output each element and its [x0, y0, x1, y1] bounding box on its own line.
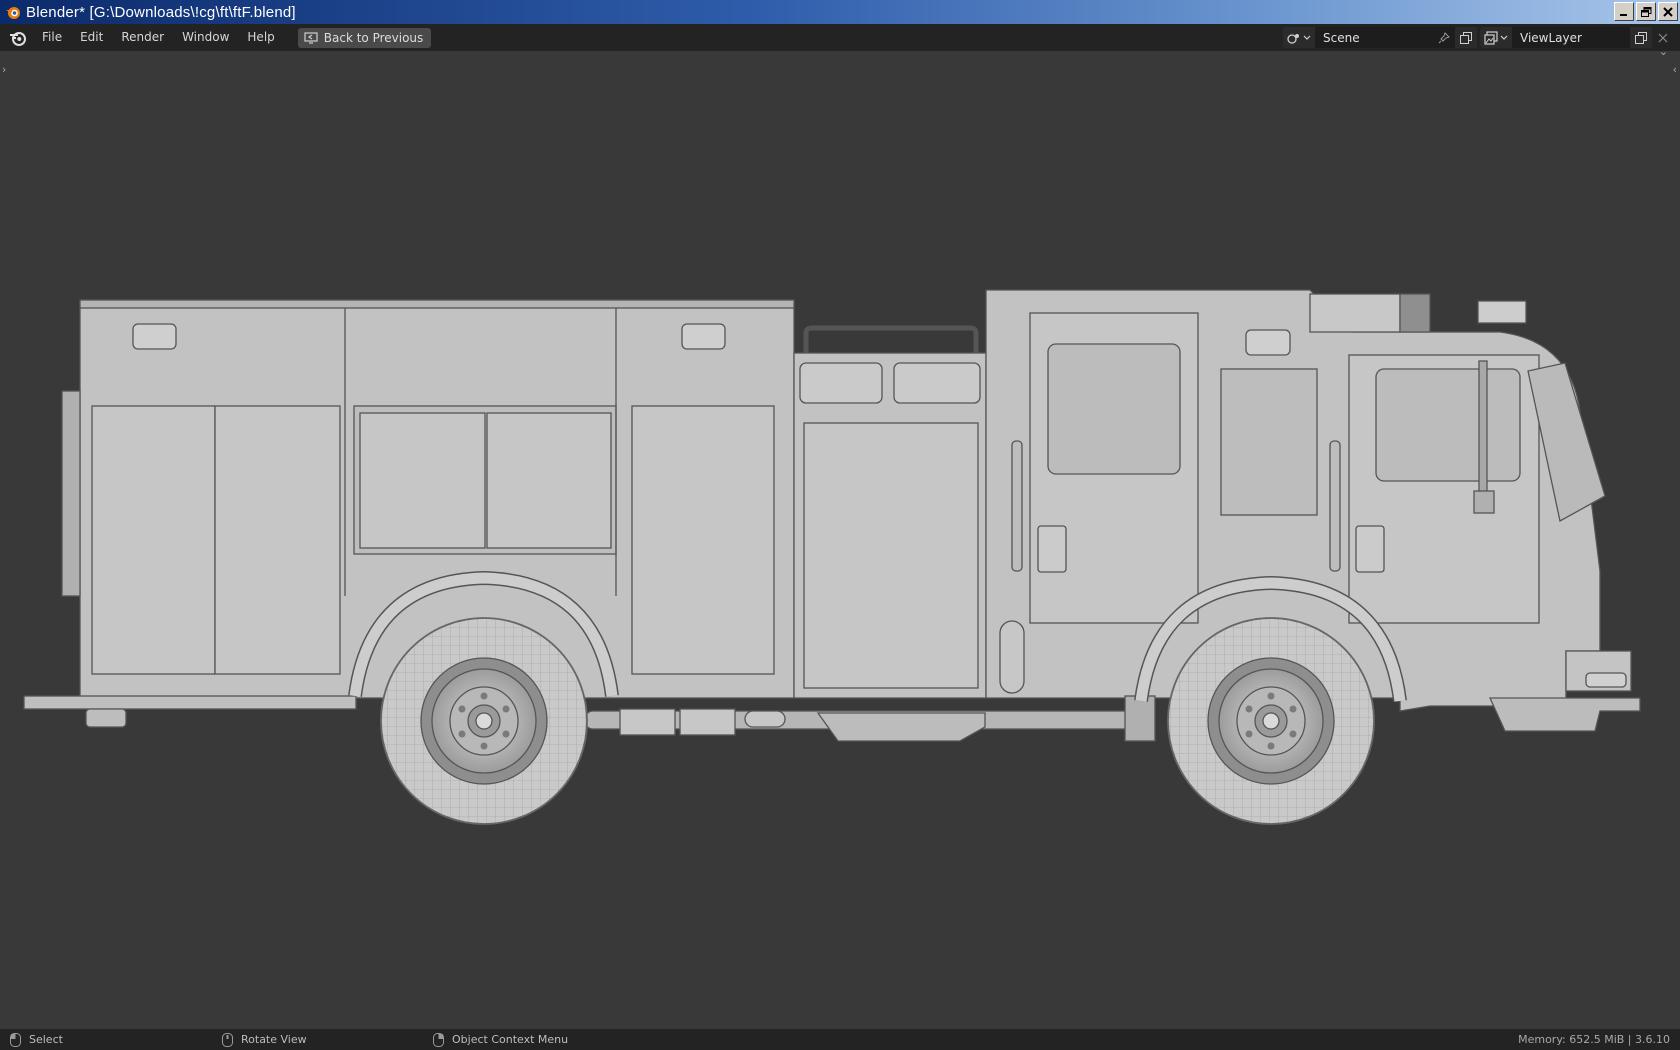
mouse-middle-icon [222, 1032, 233, 1047]
status-bar: Select Rotate View Object Context Menu M… [0, 1029, 1680, 1050]
pin-scene-button[interactable] [1433, 27, 1455, 48]
status-rotate-label: Rotate View [241, 1033, 307, 1046]
view-layer-selector: ViewLayer [1480, 27, 1674, 48]
duplicate-icon [1635, 31, 1647, 44]
cab-front-window [1375, 368, 1521, 482]
screen-back-icon [304, 31, 318, 44]
view-layer-name: ViewLayer [1520, 30, 1582, 45]
fire-truck-model[interactable] [0, 51, 1680, 1029]
cab-mid-window [1220, 368, 1318, 516]
status-context-hint: Object Context Menu [433, 1029, 568, 1050]
mid-door-b [486, 412, 612, 549]
pin-icon [1438, 31, 1450, 43]
scene-name: Scene [1323, 30, 1360, 45]
blender-logo-icon[interactable] [9, 29, 27, 47]
top-menubar: File Edit Render Window Help Back to Pre… [0, 24, 1680, 51]
minimize-icon [1620, 13, 1627, 16]
scene-icon [1287, 33, 1299, 44]
scene-name-field[interactable]: Scene [1315, 27, 1433, 48]
duplicate-icon [1460, 31, 1472, 44]
window-controls [1614, 2, 1678, 21]
render-layers-icon [1484, 30, 1498, 45]
rear-wheel [380, 617, 588, 825]
back-to-previous-label: Back to Previous [323, 30, 424, 45]
restore-button[interactable] [1636, 2, 1656, 21]
mouse-left-icon [10, 1032, 21, 1047]
back-to-previous-button[interactable]: Back to Previous [297, 27, 432, 48]
new-scene-button[interactable] [1455, 27, 1477, 48]
menu-file[interactable]: File [33, 24, 71, 51]
view-layer-name-field[interactable]: ViewLayer [1512, 27, 1630, 48]
scene-browse-button[interactable] [1283, 27, 1315, 48]
rear-door-right [631, 405, 775, 675]
view-layer-browse-button[interactable] [1480, 27, 1512, 48]
rear-door-left-a [91, 405, 216, 675]
front-wheel [1167, 617, 1375, 825]
menu-help[interactable]: Help [238, 24, 283, 51]
3d-viewport[interactable]: › ‹ ⌄ [0, 45, 1680, 1029]
scene-selector: Scene [1283, 27, 1499, 48]
chevron-down-icon [1303, 35, 1311, 40]
close-icon [1663, 6, 1673, 17]
menu-window[interactable]: Window [173, 24, 238, 51]
menu-render[interactable]: Render [112, 24, 173, 51]
status-context-label: Object Context Menu [452, 1033, 569, 1046]
memory-version-info: Memory: 652.5 MiB | 3.6.10 [1518, 1033, 1670, 1046]
mid-door-a [359, 412, 486, 549]
window-title: Blender* [G:\Downloads\!cg\ft\ftF.blend] [26, 3, 296, 21]
new-view-layer-button[interactable] [1630, 27, 1652, 48]
status-select-hint: Select [10, 1029, 63, 1050]
rear-door-left-b [214, 405, 341, 675]
status-select-label: Select [29, 1033, 63, 1046]
window-titlebar: Blender* [G:\Downloads\!cg\ft\ftF.blend] [0, 0, 1680, 24]
minimize-button[interactable] [1614, 2, 1634, 21]
menu-edit[interactable]: Edit [71, 24, 112, 51]
close-button[interactable] [1658, 2, 1678, 21]
mouse-right-icon [433, 1032, 444, 1047]
status-rotate-hint: Rotate View [222, 1029, 307, 1050]
blender-app-icon [6, 7, 20, 19]
close-icon [1658, 33, 1668, 42]
chevron-down-icon [1500, 35, 1508, 40]
restore-icon [1640, 6, 1651, 17]
cab-door-window [1047, 343, 1181, 475]
